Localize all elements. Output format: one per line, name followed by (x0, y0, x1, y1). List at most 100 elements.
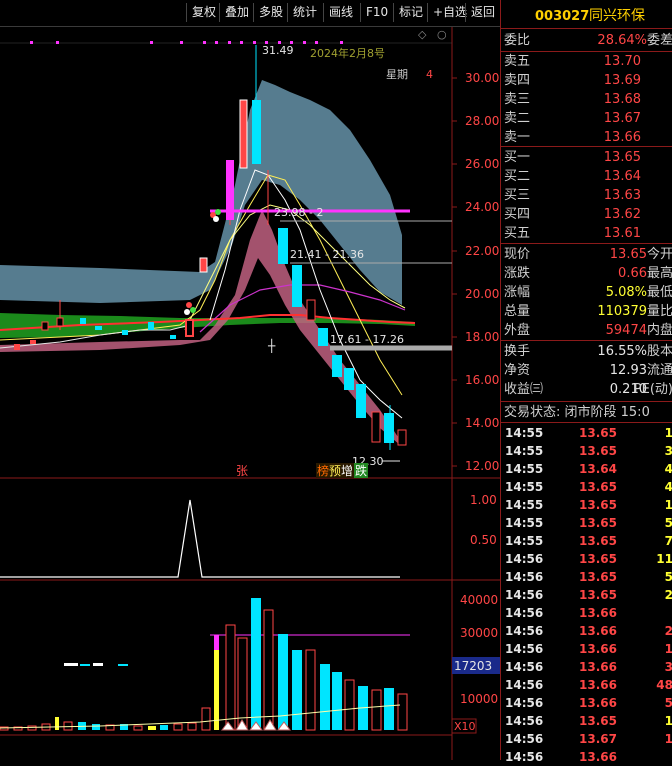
tick-row: 14:56 13.65 2 (501, 586, 672, 604)
overlay-button[interactable]: 叠加 (219, 3, 254, 22)
price-tick: 30.00 (465, 71, 499, 85)
tick-volume: 4 (664, 480, 672, 494)
tick-volume: 1 (664, 714, 672, 728)
quote-row-label: 涨幅 (504, 285, 531, 300)
indicator-line (0, 499, 400, 578)
price-tick: 26.00 (465, 157, 499, 171)
tick-row: 14:56 13.65 5 (501, 568, 672, 586)
quote-row-label: 买四 (504, 207, 531, 222)
quote-row-label: 换手 (504, 344, 531, 359)
stock-code: 003027 (535, 9, 590, 24)
tick-price: 13.65 (579, 552, 617, 566)
quote-panel: 003027 同兴环保 委比 28.64% 委差 卖五 13.70 卖四 13.69 卖… (500, 0, 672, 764)
tick-time: 14:56 (505, 714, 544, 728)
quote-row-value: 13.67 (603, 111, 641, 126)
tick-row: 14:56 13.66 (501, 604, 672, 622)
tick-price: 13.66 (579, 660, 617, 674)
mark-button[interactable]: 标记 (393, 3, 428, 22)
quote-row-value: 16.55% (597, 344, 647, 359)
tick-volume: 5 (664, 516, 672, 530)
tick-price: 13.65 (579, 498, 617, 512)
quote-row-value: 0.66 (618, 266, 647, 281)
tick-volume: 4 (664, 462, 672, 476)
tick-volume: 48 (656, 678, 672, 692)
tick-time: 14:55 (505, 462, 544, 476)
candle-red-hollow (371, 411, 381, 443)
tick-volume: 1 (664, 498, 672, 512)
tick-time: 14:56 (505, 642, 544, 656)
tick-time: 14:55 (505, 444, 544, 458)
quote-row-value: 13.62 (603, 207, 641, 222)
price-tick: 16.00 (465, 373, 499, 387)
tick-time: 14:56 (505, 624, 544, 638)
tick-time: 14:56 (505, 750, 544, 764)
quote-row-value: 12.93 (609, 363, 647, 378)
price-tick: 14.00 (465, 416, 499, 430)
stock-header: 003027 同兴环保 (501, 7, 672, 27)
trade-status-text: 交易状态: 闭市阶段 15:0 (504, 405, 650, 420)
close-icon[interactable]: ○ (437, 28, 447, 41)
diamond-icon[interactable]: ◇ (418, 28, 427, 41)
quote-row-label: 卖五 (504, 54, 531, 69)
quote-row-value: 13.70 (603, 54, 641, 69)
quote-row-label: 买一 (504, 150, 531, 165)
quote-row-label: 涨跌 (504, 266, 531, 281)
back-button[interactable]: 返回 (465, 3, 500, 22)
tick-time: 14:55 (505, 426, 544, 440)
tick-time: 14:55 (505, 516, 544, 530)
quote-row-value: 13.64 (603, 169, 641, 184)
tick-volume: 3 (664, 660, 672, 674)
quote-row-right-label: 内盘 (646, 323, 672, 338)
weibi-row: 委比 28.64% 委差 (501, 31, 672, 50)
tag-die: 跌 (355, 463, 367, 478)
price-tick: 24.00 (465, 200, 499, 214)
tick-volume: 5 (664, 570, 672, 584)
tick-row: 14:56 13.65 11 (501, 550, 672, 568)
tick-row: 14:56 13.66 (501, 748, 672, 766)
quote-row-value: 5.08% (605, 285, 647, 300)
quote-row: 外盘 59474 内盘 (501, 321, 672, 340)
indicator-tick: 0.50 (470, 533, 497, 547)
restore-rights-button[interactable]: 复权 (186, 3, 221, 22)
candle-red-hollow (397, 429, 407, 446)
quote-row-right-label: 量比 (646, 304, 672, 319)
quote-row: 收益㈢ 0.210 PE(动) (501, 380, 672, 399)
tick-price: 13.65 (579, 480, 617, 494)
tick-time: 14:55 (505, 534, 544, 548)
quote-row: 总量 110379 量比 (501, 302, 672, 321)
draw-line-button[interactable]: 画线 (323, 3, 358, 22)
statistics-button[interactable]: 统计 (287, 3, 322, 22)
quote-row-label: 买三 (504, 188, 531, 203)
weibi-value: 28.64% (597, 33, 647, 48)
tick-time: 14:56 (505, 570, 544, 584)
quote-row: 净资 12.93 流通 (501, 361, 672, 380)
quote-row: 卖五 13.70 (501, 52, 672, 71)
signal-dots (30, 41, 343, 44)
tick-price: 13.66 (579, 750, 617, 764)
tick-time: 14:56 (505, 678, 544, 692)
multi-stock-button[interactable]: 多股 (253, 3, 288, 22)
quote-row: 买四 13.62 (501, 205, 672, 224)
tick-time: 14:55 (505, 498, 544, 512)
chart-toolbar: 复权 叠加 多股 统计 画线 F10 标记 +自选 返回 (0, 0, 500, 27)
trade-status: 交易状态: 闭市阶段 15:0 (501, 403, 672, 422)
quote-row: 换手 16.55% 股本 (501, 342, 672, 361)
tag-yu: 预 (329, 464, 341, 478)
tick-row: 14:55 13.65 5 (501, 514, 672, 532)
tick-price: 13.67 (579, 732, 617, 746)
tick-volume: 1 (664, 642, 672, 656)
quote-row-right-label: 今开 (646, 247, 672, 262)
quote-row-label: 卖四 (504, 73, 531, 88)
quote-row-label: 卖三 (504, 92, 531, 107)
tick-row: 14:55 13.65 7 (501, 532, 672, 550)
f10-button[interactable]: F10 (360, 3, 393, 22)
quote-row-right-label: PE(动) (633, 382, 672, 397)
kline-chart-area[interactable]: 30.00 28.00 26.00 24.00 22.00 20.00 18.0… (0, 27, 500, 760)
quote-row-right-label: 最低 (646, 285, 672, 300)
volume-tick: 40000 (460, 593, 498, 607)
tag-zeng: 增 (341, 464, 353, 478)
tick-row: 14:55 13.65 4 (501, 478, 672, 496)
tick-row: 14:56 13.66 1 (501, 640, 672, 658)
tick-volume: 3 (664, 444, 672, 458)
indicator-tick: 1.00 (470, 493, 497, 507)
